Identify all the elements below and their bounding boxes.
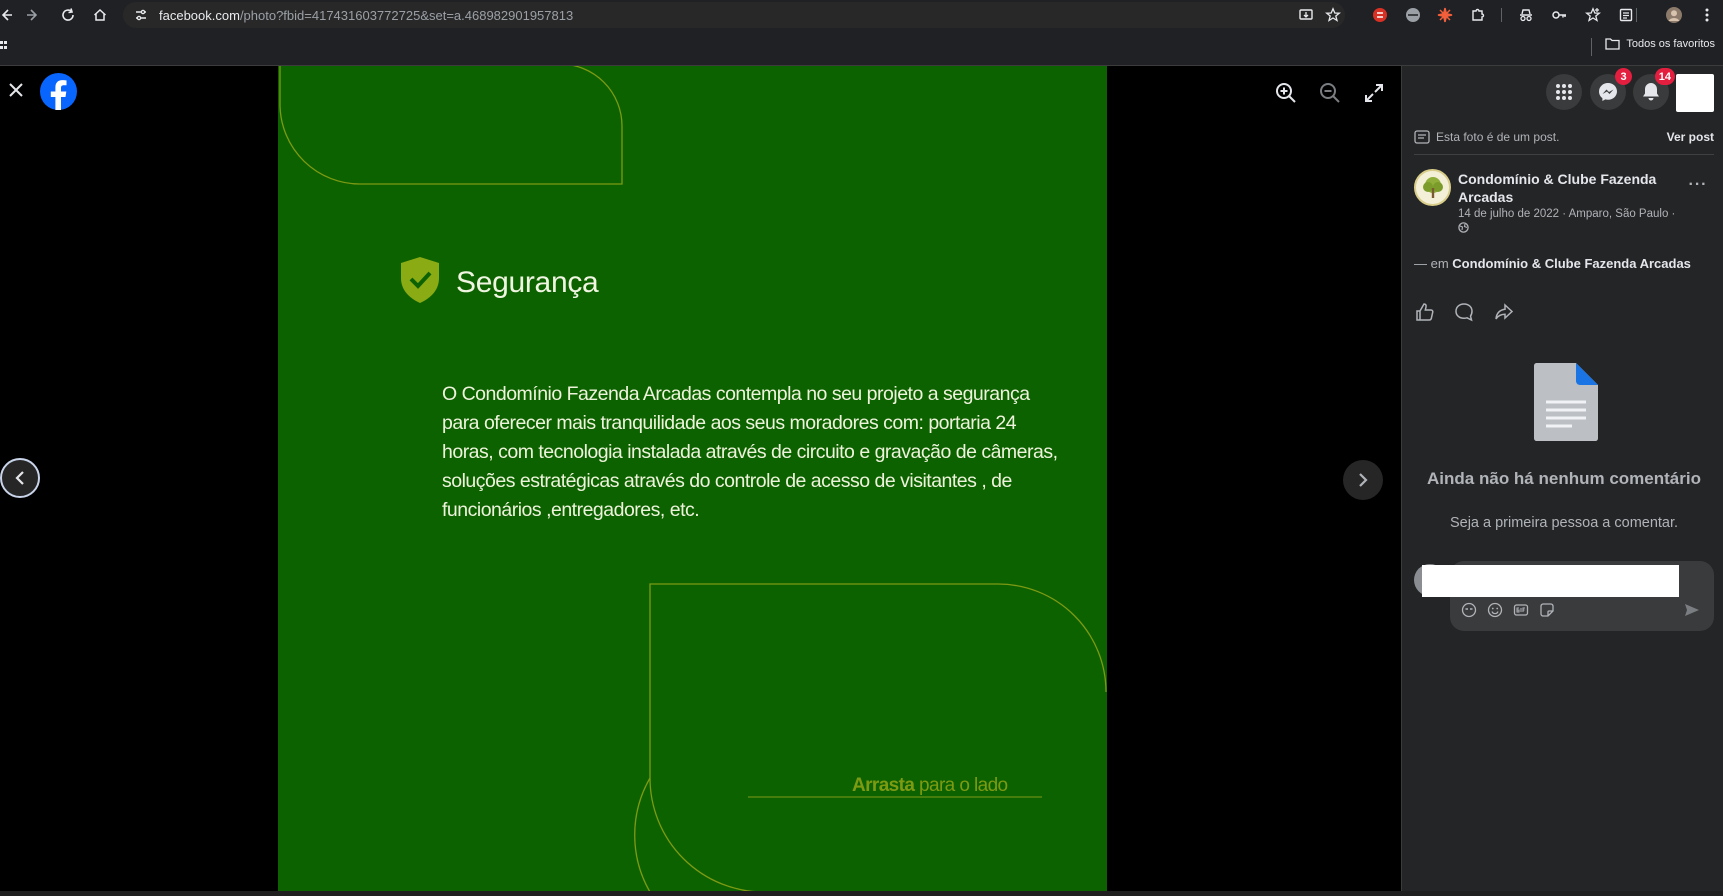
sticker-button[interactable] [1538,601,1556,619]
browser-menu-icon[interactable] [1695,3,1719,27]
more-options-button[interactable]: ··· [1686,176,1710,196]
tagged-prefix: — em [1414,256,1453,271]
extensions-puzzle-icon[interactable] [1466,3,1490,27]
send-comment-button[interactable] [1683,601,1701,619]
zoom-in-button[interactable] [1270,77,1302,109]
fullscreen-button[interactable] [1358,77,1390,109]
empty-comments-subtitle: Seja a primeira pessoa a comentar. [1449,515,1679,531]
incognito-icon[interactable] [1514,3,1538,27]
swipe-hint-rest: para o lado [914,775,1008,796]
swipe-hint: Arrasta para o lado [852,775,1008,797]
back-icon[interactable] [0,3,18,27]
bookmarks-folder-label: Todos os favoritos [1626,37,1715,50]
avatar-sticker-icon [1461,602,1477,618]
facebook-f-icon [50,80,67,110]
url-host: facebook.com [159,8,240,23]
grid-menu-icon [1556,84,1572,100]
bookmark-star-icon[interactable] [1324,7,1342,28]
comment-icon [1455,303,1473,322]
close-viewer-button[interactable] [2,76,30,104]
divider [1414,154,1714,155]
post-note: Esta foto é de um post. Ver post [1414,128,1714,146]
toolbar-divider [1501,8,1502,22]
favorites-star-icon[interactable] [1581,3,1605,27]
tagged-place-link[interactable]: Condomínio & Clube Fazenda Arcadas [1452,256,1691,271]
bookmarks-divider [1591,38,1592,56]
expand-icon [1365,84,1383,102]
zoom-out-icon [1320,83,1340,103]
bookmarks-bar: Todos os favoritos [0,29,1723,66]
window-bottom-edge [0,891,1723,896]
like-button[interactable] [1413,300,1437,324]
comment-input[interactable] [1422,565,1679,597]
post-date-location[interactable]: 14 de julho de 2022 · Amparo, São Paulo … [1458,208,1675,220]
swipe-hint-bold: Arrasta [852,775,915,796]
messenger-badge: 3 [1615,68,1632,85]
apps-grid-icon[interactable] [0,40,8,59]
extension-red-icon[interactable] [1368,3,1392,27]
share-button[interactable] [1492,300,1516,324]
photo: Segurança O Condomínio Fazenda Arcadas c… [278,66,1107,892]
emoji-icon [1487,602,1503,618]
page-name[interactable]: Condomínio & Clube Fazenda Arcadas [1458,170,1678,206]
notifications-button[interactable]: 14 [1633,68,1675,110]
home-icon[interactable] [88,3,112,27]
close-icon [9,83,23,97]
send-icon [1685,604,1699,616]
chevron-left-icon [15,471,24,485]
notifications-badge: 14 [1654,68,1675,85]
extension-spark-icon[interactable] [1433,3,1457,27]
profile-avatar[interactable] [1676,74,1714,112]
photo-body-text: O Condomínio Fazenda Arcadas contempla n… [442,383,1058,521]
gif-button[interactable] [1512,601,1530,619]
browser-toolbar: facebook.com/photo?fbid=417431603772725&… [0,0,1723,29]
messenger-icon [1599,83,1617,101]
bookmarks-folder[interactable]: Todos os favoritos [1605,37,1715,50]
extension-grey-icon[interactable] [1401,3,1425,27]
profile-avatar-icon[interactable] [1662,3,1686,27]
reload-icon[interactable] [56,3,80,27]
url-text: facebook.com/photo?fbid=417431603772725&… [159,8,573,23]
photo-title: Segurança [456,266,599,299]
next-photo-button[interactable] [1343,460,1383,500]
thumbs-up-icon [1416,303,1434,321]
site-settings-icon[interactable] [133,7,149,28]
previous-photo-button[interactable] [0,458,40,498]
tree-logo-icon [1422,176,1443,198]
gif-icon [1513,604,1529,616]
zoom-out-button[interactable] [1314,77,1346,109]
menu-button[interactable] [1546,74,1582,110]
emoji-button[interactable] [1486,601,1504,619]
comment-button[interactable] [1452,300,1476,324]
photo-viewer: Segurança O Condomínio Fazenda Arcadas c… [0,66,1401,896]
reading-list-icon[interactable] [1614,3,1638,27]
folder-icon [1605,38,1620,50]
zoom-in-icon [1276,83,1296,103]
share-icon [1495,303,1514,320]
install-app-icon[interactable] [1298,7,1314,28]
globe-icon [1458,222,1469,233]
empty-comments-title: Ainda não há nenhum comentário [1427,469,1701,488]
shield-check-icon [401,257,439,303]
page-avatar[interactable] [1414,169,1451,206]
empty-comments-document-icon [1534,363,1598,441]
tagged-location: — em Condomínio & Clube Fazenda Arcadas [1414,256,1691,271]
toolbar-divider [1636,8,1637,22]
url-path: /photo?fbid=417431603772725&set=a.468982… [239,8,574,23]
forward-icon[interactable] [21,3,45,27]
messenger-button[interactable]: 3 [1590,68,1632,110]
view-post-link[interactable]: Ver post [1667,130,1714,144]
post-note-text: Esta foto é de um post. [1436,130,1560,144]
bell-icon [1643,83,1659,101]
avatar-sticker-button[interactable] [1460,601,1478,619]
facebook-logo[interactable] [40,73,77,110]
password-key-icon[interactable] [1547,3,1571,27]
post-icon [1414,130,1430,144]
chevron-right-icon [1359,473,1368,487]
address-bar[interactable]: facebook.com/photo?fbid=417431603772725&… [123,2,1345,28]
sticker-icon [1540,603,1554,617]
post-meta: 14 de julho de 2022 · Amparo, São Paulo … [1458,207,1678,237]
